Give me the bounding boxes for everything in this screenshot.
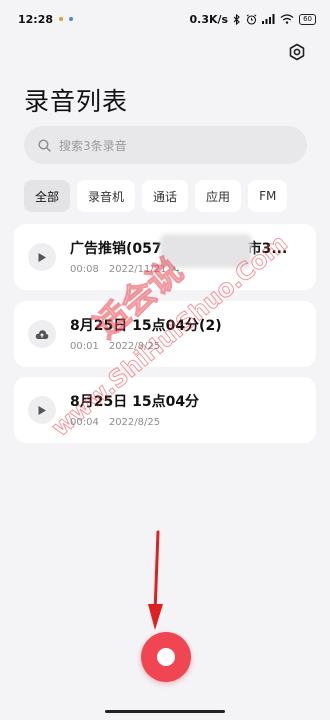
play-icon [38,405,46,415]
status-right: 0.3K/s 60 [189,12,316,26]
upload-button[interactable] [28,320,56,348]
notification-icon [69,17,74,21]
bluetooth-icon [233,13,241,25]
recording-date: 2022/11/21 [108,264,167,275]
recording-date: 2022/8/25 [108,417,161,428]
page-title: 录音列表 [24,87,129,116]
notification-icon [59,17,64,21]
recording-date: 2022/8/25 [108,341,161,352]
filter-chip-all[interactable]: 全部 [24,180,71,212]
alarm-icon [246,13,257,25]
filter-chip-app[interactable]: 应用 [195,180,242,212]
filter-chip-call[interactable]: 通话 [142,180,189,212]
search-input[interactable]: 搜索3条录音 [24,126,307,164]
wifi-icon [280,14,294,24]
settings-button[interactable] [286,41,308,63]
home-indicator[interactable] [105,710,225,713]
battery-icon: 60 [299,13,316,25]
filter-chip-fm[interactable]: FM [248,180,288,212]
status-left: 12:28 [18,12,74,26]
status-time: 12:28 [18,12,54,26]
record-button[interactable] [141,632,191,682]
recording-title-start: 广告推销(057 [70,241,162,257]
gear-icon [289,43,305,61]
redaction-blur [160,234,252,268]
search-placeholder: 搜索3条录音 [59,138,127,153]
play-button[interactable] [28,243,56,271]
recording-duration: 00:08 [70,264,99,275]
recording-title: 8月25日 15点04分(2) [70,318,222,334]
recording-title-end: 市3... [247,241,288,257]
record-icon [157,648,175,666]
recording-item[interactable]: 8月25日 15点04分(2) 00:01 2022/8/25 [14,301,316,367]
cloud-upload-icon [35,329,49,339]
play-icon [38,252,46,262]
play-button[interactable] [28,396,56,424]
filter-chip-recorder[interactable]: 录音机 [77,180,136,212]
signal-icon [262,14,275,24]
recording-title: 8月25日 15点04分 [70,394,200,410]
recording-item[interactable]: 8月25日 15点04分 00:04 2022/8/25 [14,377,316,443]
recording-meta: 00:01 2022/8/25 [70,341,160,352]
filter-chips: 全部 录音机 通话 应用 FM [24,180,314,212]
recording-meta: 00:04 2022/8/25 [70,417,160,428]
recording-duration: 00:01 [70,341,99,352]
recording-duration: 00:04 [70,417,99,428]
network-speed: 0.3K/s [189,12,229,26]
status-bar: 12:28 0.3K/s 60 [0,0,330,38]
search-icon [38,138,51,152]
